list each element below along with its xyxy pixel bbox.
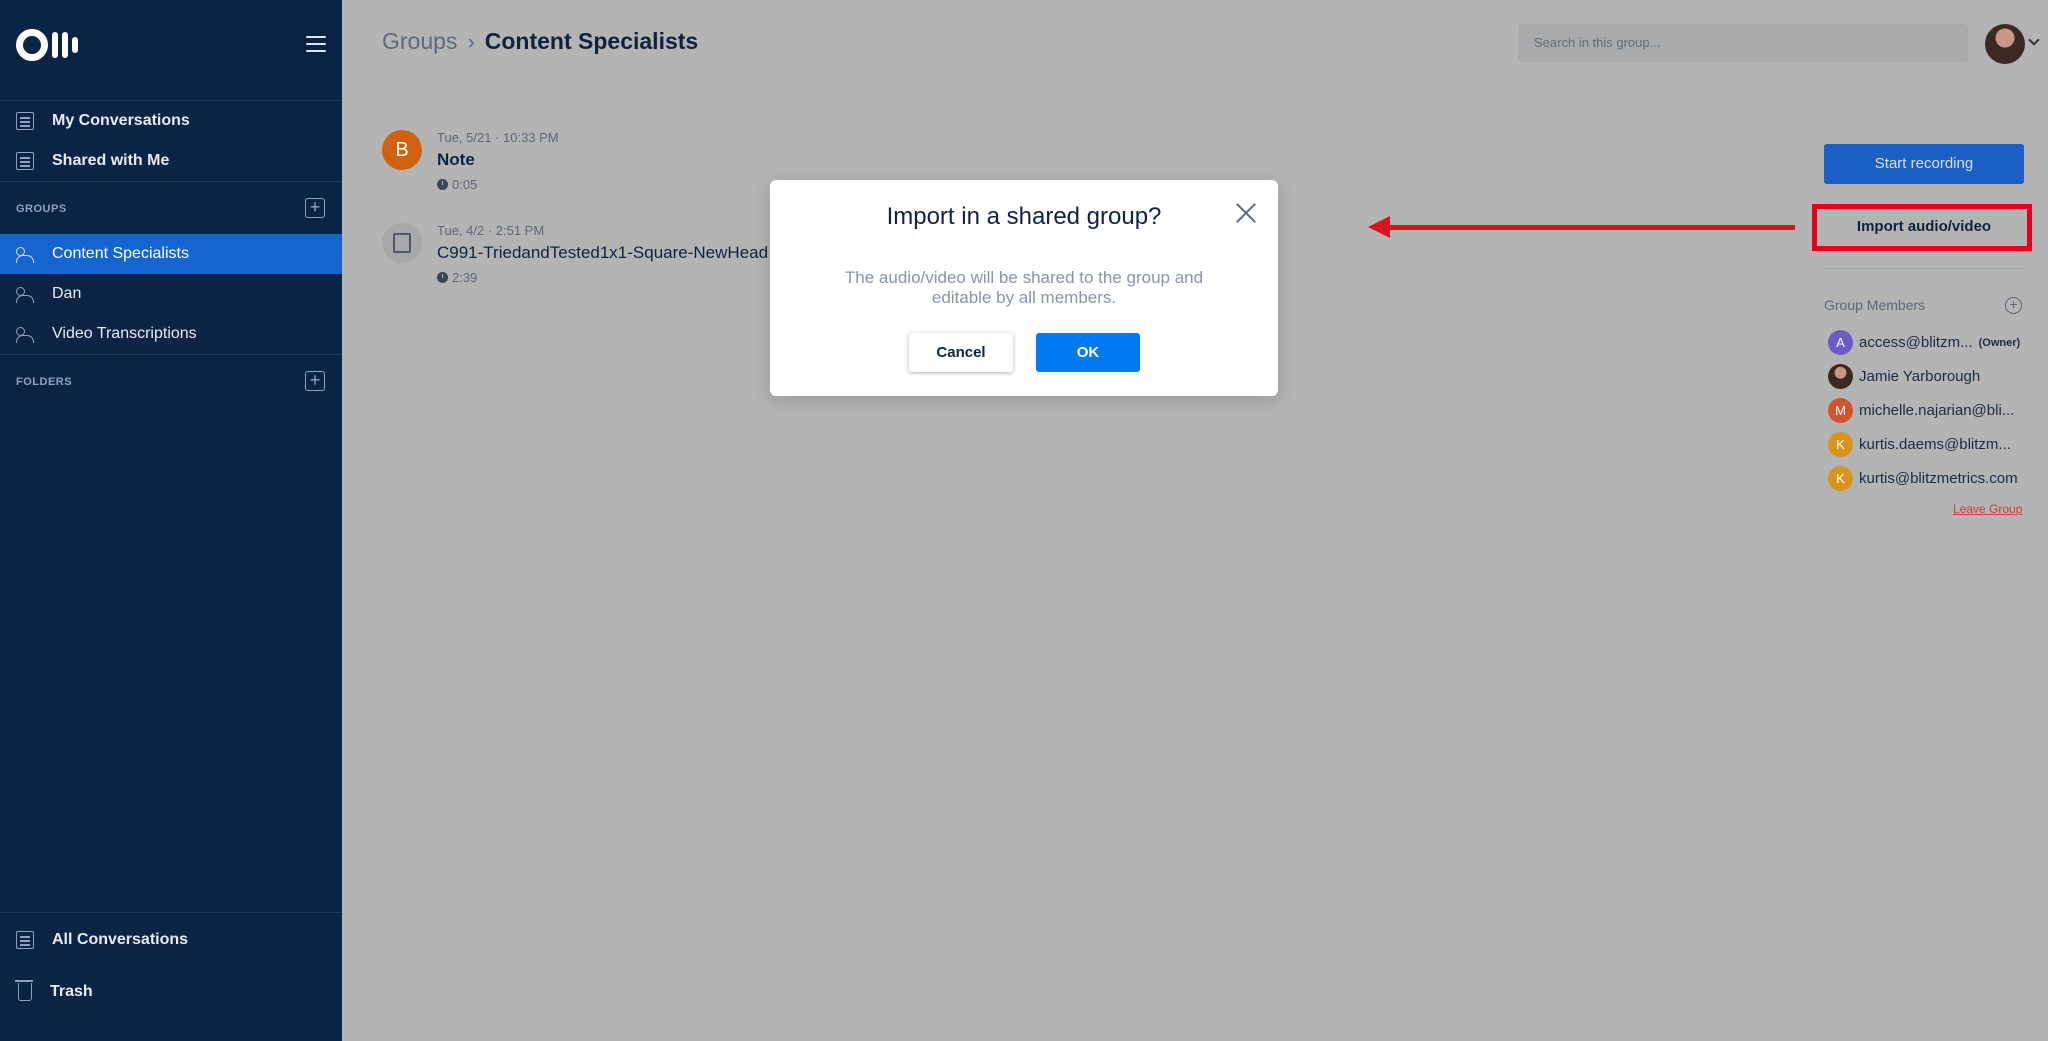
member-item[interactable]: Jamie Yarborough [1828, 364, 1980, 389]
sidebar-item-label: Shared with Me [52, 152, 170, 169]
search-input[interactable]: Search in this group... [1518, 24, 1968, 62]
member-avatar: K [1828, 432, 1853, 457]
page-title: Content Specialists [484, 28, 699, 54]
sidebar-item-all-conversations[interactable]: All Conversations [0, 920, 342, 960]
transcript-icon [382, 223, 422, 263]
member-name: kurtis@blitzmetrics.com [1859, 470, 2018, 487]
chevron-down-icon[interactable] [2028, 34, 2040, 46]
avatar: B [382, 130, 422, 170]
duration-text: 0:05 [452, 177, 478, 192]
menu-icon[interactable] [306, 36, 326, 57]
sidebar-item-content-specialists[interactable]: Content Specialists [0, 234, 342, 274]
annotation-arrow [1380, 225, 1795, 230]
group-icon [16, 245, 34, 263]
member-name: kurtis.daems@blitzm... [1859, 436, 2011, 453]
member-item[interactable]: K kurtis@blitzmetrics.com [1828, 466, 2018, 491]
sidebar-item-trash[interactable]: Trash [0, 972, 342, 1012]
group-members-heading: Group Members [1824, 297, 1926, 313]
annotation-arrow-head [1368, 216, 1390, 238]
divider [0, 912, 342, 913]
chevron-right-icon: › [467, 28, 475, 54]
add-folder-icon[interactable]: + [305, 371, 325, 391]
document-icon [16, 112, 34, 130]
conversation-duration: 0:05 [437, 177, 477, 192]
member-avatar [1828, 364, 1853, 389]
duration-text: 2:39 [452, 270, 478, 285]
conversation-date: Tue, 4/2 · 2:51 PM [437, 223, 545, 238]
group-icon [16, 325, 34, 343]
dialog-title: Import in a shared group? [886, 203, 1162, 230]
clock-icon [437, 272, 448, 283]
folders-heading: FOLDERS [16, 376, 73, 388]
leave-group-link[interactable]: Leave Group [1953, 502, 2022, 516]
member-avatar: M [1828, 398, 1853, 423]
sidebar-item-shared-with-me[interactable]: Shared with Me [0, 141, 342, 181]
sidebar-item-label: Trash [50, 983, 93, 1000]
groups-heading: GROUPS [16, 203, 67, 215]
divider [0, 354, 342, 355]
conversation-duration: 2:39 [437, 270, 477, 285]
otter-logo[interactable] [16, 28, 78, 62]
conversation-title[interactable]: C991-TriedandTested1x1-Square-NewHead [437, 243, 768, 263]
member-item[interactable]: A access@blitzm... (Owner) [1828, 330, 2020, 355]
ok-button[interactable]: OK [1036, 333, 1140, 372]
sidebar: My Conversations Shared with Me GROUPS +… [0, 0, 342, 1041]
conversation-title[interactable]: Note [437, 150, 475, 170]
sidebar-item-label: Video Transcriptions [52, 325, 197, 342]
dialog-message: The audio/video will be shared to the gr… [844, 268, 1204, 307]
sidebar-item-label: Dan [52, 285, 82, 302]
divider [1824, 268, 2024, 269]
add-member-icon[interactable]: + [2005, 297, 2022, 314]
clock-icon [437, 179, 448, 190]
member-avatar: K [1828, 466, 1853, 491]
breadcrumb-groups-link[interactable]: Groups [382, 28, 457, 55]
divider [0, 181, 342, 182]
shared-document-icon [16, 152, 34, 170]
sidebar-item-label: Content Specialists [52, 245, 189, 262]
user-avatar[interactable] [1985, 24, 2025, 64]
trash-icon [15, 980, 33, 1001]
conversations-icon [16, 931, 34, 949]
annotation-highlight-box [1812, 204, 2032, 251]
member-avatar: A [1828, 330, 1853, 355]
sidebar-item-label: My Conversations [52, 112, 190, 129]
member-item[interactable]: M michelle.najarian@bli... [1828, 398, 2014, 423]
close-icon[interactable] [1235, 202, 1257, 224]
sidebar-item-dan[interactable]: Dan [0, 274, 342, 314]
member-name: michelle.najarian@bli... [1859, 402, 2015, 419]
conversation-item[interactable]: Tue, 4/2 · 2:51 PM C991-TriedandTested1x… [382, 223, 782, 293]
breadcrumb: Groups › Content Specialists [382, 28, 698, 55]
owner-badge: (Owner) [1978, 336, 2021, 349]
group-icon [16, 285, 34, 303]
conversation-date: Tue, 5/21 · 10:33 PM [437, 130, 559, 145]
sidebar-item-label: All Conversations [52, 931, 189, 948]
member-name: Jamie Yarborough [1859, 368, 1981, 385]
member-item[interactable]: K kurtis.daems@blitzm... [1828, 432, 2011, 457]
member-name: access@blitzm... [1859, 334, 1973, 351]
add-group-icon[interactable]: + [305, 198, 325, 218]
sidebar-item-my-conversations[interactable]: My Conversations [0, 101, 342, 141]
sidebar-item-video-transcriptions[interactable]: Video Transcriptions [0, 314, 342, 354]
start-recording-button[interactable]: Start recording [1824, 144, 2024, 184]
import-confirm-dialog: Import in a shared group? The audio/vide… [770, 180, 1278, 396]
cancel-button[interactable]: Cancel [909, 333, 1013, 372]
